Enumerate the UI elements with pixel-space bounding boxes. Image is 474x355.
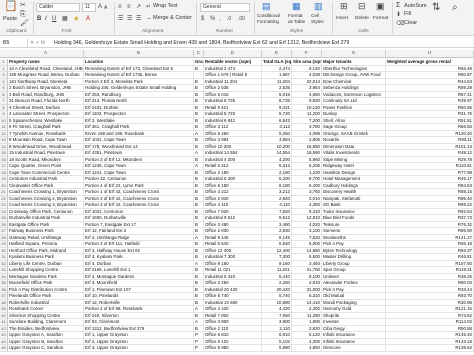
italic-icon[interactable]: I [45, 15, 47, 23]
font-color-icon[interactable]: A [86, 15, 90, 23]
group-alignment: Alignment [142, 29, 164, 34]
middle-align-icon[interactable]: ≡ [127, 3, 131, 11]
name-box[interactable]: B5 [0, 38, 28, 48]
paste-button[interactable]: Paste [3, 16, 17, 23]
separator [33, 2, 34, 34]
autosum-button[interactable]: AutoSum [404, 3, 427, 10]
shrink-font-icon[interactable]: A [104, 4, 107, 12]
decrease-decimal-icon[interactable]: .00 [238, 15, 245, 23]
comma-icon[interactable]: , [219, 15, 221, 23]
wrap-text-button[interactable]: Wrap Text [153, 3, 178, 10]
worksheet-grid: ABCDEFGHI 1Property nameLocationGradeRen… [0, 50, 474, 355]
conditional-formatting-icon[interactable]: ▤ [262, 2, 271, 11]
separator [114, 2, 115, 34]
column-header-f[interactable]: F [292, 50, 322, 58]
group-styles: Styles [290, 29, 304, 34]
column-header-e[interactable]: E [262, 50, 292, 58]
excel-window: 📋 Paste ✂ ⎘ 🖌 Clipboard Calibri 11 A A B… [0, 0, 474, 355]
table-cell[interactable]: 5,980 [262, 345, 292, 352]
delete-cells-icon[interactable]: ⊟ [358, 2, 366, 11]
fill-icon[interactable]: ⬇ [396, 11, 401, 19]
top-align-icon[interactable]: ≡ [118, 3, 122, 11]
number-format-select[interactable]: General [200, 3, 250, 12]
merge-center-button[interactable]: Merge & Center [153, 15, 192, 22]
increase-decimal-icon[interactable]: .0 [227, 15, 231, 23]
table-cell[interactable]: Erf 3, Upper Grayston [84, 345, 194, 352]
grow-font-icon[interactable]: A [98, 3, 102, 11]
separator [332, 2, 333, 34]
cell-styles-icon[interactable]: ▥ [314, 2, 323, 11]
separator [392, 2, 393, 34]
column-header-a[interactable]: A [8, 50, 84, 58]
separator [254, 2, 255, 34]
separator [196, 2, 197, 34]
row-header[interactable]: 45 [0, 345, 8, 352]
table-cell[interactable]: Office 5 980 [204, 345, 262, 352]
align-right-icon[interactable]: ☰ [136, 15, 141, 23]
insert-cells-icon[interactable]: ⊞ [340, 2, 348, 11]
delete-button[interactable]: Delete [355, 15, 369, 22]
column-header-bar: ABCDEFGHI [0, 50, 474, 58]
cell-styles-button[interactable]: Cell Styles [311, 13, 329, 24]
conditional-formatting-button[interactable]: Conditional Formatting [257, 13, 287, 24]
borders-icon[interactable]: ▦ [62, 15, 68, 23]
group-clipboard: Clipboard [6, 29, 27, 34]
merge-icon[interactable]: ⇔ [146, 15, 152, 23]
table-cell[interactable]: 4,850 [292, 345, 322, 352]
column-header-g[interactable]: G [322, 50, 386, 58]
sort-filter-icon[interactable]: ⇅ [432, 3, 440, 13]
column-header-b[interactable]: B [84, 50, 194, 58]
table-cell[interactable]: Glencore [322, 345, 386, 352]
group-font: Font [62, 29, 72, 34]
format-table-icon[interactable]: ▦ [292, 2, 301, 11]
cut-icon[interactable]: ✂ [20, 2, 26, 10]
format-button[interactable]: Format [373, 15, 388, 22]
column-header-h[interactable]: H [386, 50, 474, 58]
percent-icon[interactable]: % [210, 15, 215, 23]
font-size-select[interactable]: 11 [82, 3, 96, 12]
table-cell[interactable]: P [194, 345, 204, 352]
group-number: Number [216, 29, 234, 34]
format-as-table-button[interactable]: Format as Table [288, 13, 308, 24]
find-select-icon[interactable]: ⌕ [452, 3, 458, 13]
column-header-c[interactable]: C [194, 50, 204, 58]
ribbon: 📋 Paste ✂ ⎘ 🖌 Clipboard Calibri 11 A A B… [0, 0, 474, 36]
insert-button[interactable]: Insert [336, 15, 348, 22]
align-left-icon[interactable]: ☰ [118, 15, 123, 23]
clear-button[interactable]: Clear [404, 20, 417, 27]
orientation-icon[interactable]: ↗ [136, 3, 141, 11]
format-painter-icon[interactable]: 🖌 [20, 20, 29, 28]
align-center-icon[interactable]: ☰ [127, 15, 132, 23]
bold-icon[interactable]: B [37, 15, 41, 23]
formula-input[interactable]: Holding 346, Geldenhuys Estate Small Hol… [52, 38, 474, 48]
column-header-d[interactable]: D [204, 50, 262, 58]
fx-icon[interactable]: ✕ ✓ fx [30, 38, 50, 48]
font-name-select[interactable]: Calibri [36, 3, 80, 12]
table-cell[interactable]: Upper Grayston C, Sandton [8, 345, 84, 352]
fill-button[interactable]: Fill [404, 11, 411, 18]
format-cells-icon[interactable]: ▣ [376, 2, 385, 11]
wrap-text-icon[interactable]: ↵ [146, 3, 151, 11]
formula-bar: B5 ✕ ✓ fx Holding 346, Geldenhuys Estate… [0, 38, 474, 48]
group-cells: Cells [358, 29, 369, 34]
underline-icon[interactable]: U [52, 15, 56, 23]
currency-icon[interactable]: $ [201, 15, 204, 23]
paste-icon[interactable]: 📋 [4, 1, 18, 12]
copy-icon[interactable]: ⎘ [20, 11, 26, 19]
autosum-icon[interactable]: Σ [396, 2, 400, 10]
table-cell[interactable]: R139.62 [386, 345, 474, 352]
fill-color-icon[interactable]: ◈ [74, 15, 79, 23]
